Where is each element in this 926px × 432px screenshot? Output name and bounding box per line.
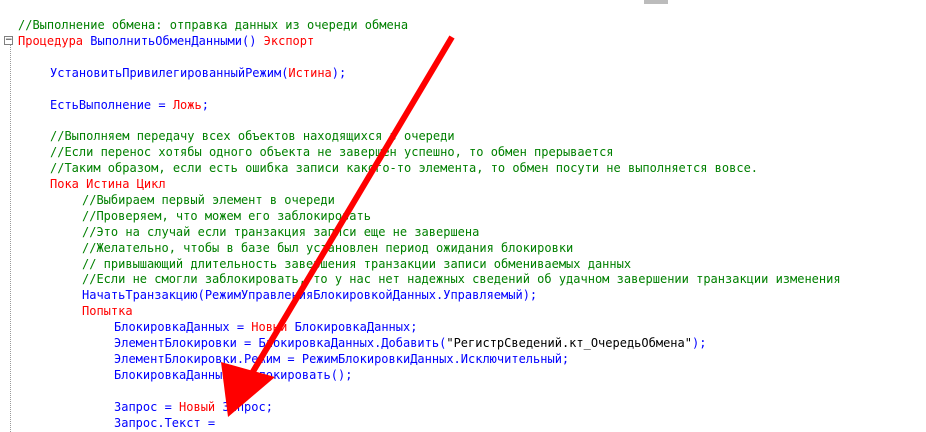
code-line[interactable]: ЭлементБлокировки = БлокировкаДанных.Доб… — [114, 335, 706, 351]
code-line[interactable]: Попытка — [82, 303, 133, 319]
code-line[interactable]: Запрос.Текст = — [114, 415, 215, 431]
code-token: // привышающий длительность завершения т… — [82, 256, 632, 271]
code-line[interactable]: //Если перенос хотябы одного объекта не … — [50, 144, 614, 160]
code-token: //Желательно, чтобы в базе был установле… — [82, 240, 574, 255]
code-token: Запрос; — [215, 399, 273, 414]
code-line[interactable]: //Выбираем первый элемент в очереди — [82, 192, 335, 208]
code-line[interactable]: //Если не смогли заблокировать, то у нас… — [82, 271, 841, 287]
code-token: Новый — [251, 320, 288, 335]
code-token: ); — [331, 65, 347, 80]
code-token: ЭлементБлокировки.Режим = РежимБлокировк… — [114, 351, 570, 366]
code-token: Экспорт — [263, 33, 315, 48]
code-token: Процедура — [18, 33, 84, 48]
code-line[interactable]: // привышающий длительность завершения т… — [82, 256, 631, 272]
code-token: ; — [201, 97, 209, 112]
code-line[interactable]: //Таким образом, если есть ошибка записи… — [50, 160, 758, 176]
code-token: //Это на случай если транзакция записи е… — [82, 224, 480, 239]
code-token: //Выполняем передачу всех объектов наход… — [50, 129, 455, 144]
code-line[interactable]: Запрос = Новый Запрос; — [114, 399, 273, 415]
code-token: ЭлементБлокировки = БлокировкаДанных.Доб… — [114, 336, 447, 350]
code-line[interactable]: //Проверяем, что можем его заблокировать — [82, 208, 371, 224]
code-token: УстановитьПривилегированныйРежим( — [50, 65, 289, 80]
code-token: Запрос = — [114, 399, 180, 414]
code-line[interactable]: БлокировкаДанных.Заблокировать(); — [114, 367, 352, 383]
code-line[interactable]: БлокировкаДанных = Новый БлокировкаДанны… — [114, 319, 417, 335]
code-token: //Выбираем первый элемент в очереди — [82, 192, 335, 207]
code-token: ); — [691, 336, 707, 350]
code-token: Новый — [179, 399, 216, 414]
code-token: "РегистрСведений.кт_ОчередьОбмена" — [446, 336, 692, 350]
code-line[interactable]: //Выполнение обмена: отправка данных из … — [18, 17, 408, 33]
code-token: Запрос.Текст = — [114, 415, 216, 430]
code-editor[interactable]: − //Выполнение обмена: отправка данных и… — [0, 0, 926, 432]
collapse-minus-icon[interactable]: − — [4, 36, 13, 45]
code-line[interactable]: Процедура ВыполнитьОбменДанными() Экспор… — [18, 33, 314, 49]
code-token: Истина — [288, 65, 332, 80]
code-token: БлокировкаДанных = — [114, 320, 252, 335]
code-line[interactable]: //Выполняем передачу всех объектов наход… — [50, 128, 455, 144]
code-line[interactable]: //Это на случай если транзакция записи е… — [82, 224, 479, 240]
code-line[interactable]: //Желательно, чтобы в базе был установле… — [82, 240, 573, 256]
code-token: //Таким образом, если есть ошибка записи… — [50, 161, 759, 176]
code-token: //Если не смогли заблокировать, то у нас… — [82, 272, 841, 287]
code-token: //Выполнение обмена: отправка данных из … — [18, 18, 409, 32]
code-token: Ложь — [172, 97, 202, 112]
code-line[interactable]: ЭлементБлокировки.Режим = РежимБлокировк… — [114, 351, 569, 367]
code-line[interactable]: ЕстьВыполнение = Ложь; — [50, 97, 209, 113]
code-token: БлокировкаДанных.Заблокировать(); — [114, 367, 353, 382]
code-token: БлокировкаДанных; — [287, 320, 418, 335]
code-line[interactable]: УстановитьПривилегированныйРежим(Истина)… — [50, 65, 346, 81]
fold-guide-line — [10, 44, 11, 432]
code-token: ЕстьВыполнение = — [50, 97, 173, 112]
code-token: ВыполнитьОбменДанными() — [83, 33, 264, 48]
code-token: //Если перенос хотябы одного объекта не … — [50, 145, 614, 160]
code-token: Попытка — [82, 304, 133, 319]
code-token: Пока Истина Цикл — [50, 177, 166, 191]
code-line[interactable]: Пока Истина Цикл — [50, 176, 166, 192]
code-token: НачатьТранзакцию(РежимУправленияБлокиров… — [82, 288, 538, 303]
code-line[interactable]: НачатьТранзакцию(РежимУправленияБлокиров… — [82, 287, 537, 303]
scroll-position-marker[interactable] — [644, 0, 668, 4]
code-token: //Проверяем, что можем его заблокировать — [82, 208, 371, 223]
